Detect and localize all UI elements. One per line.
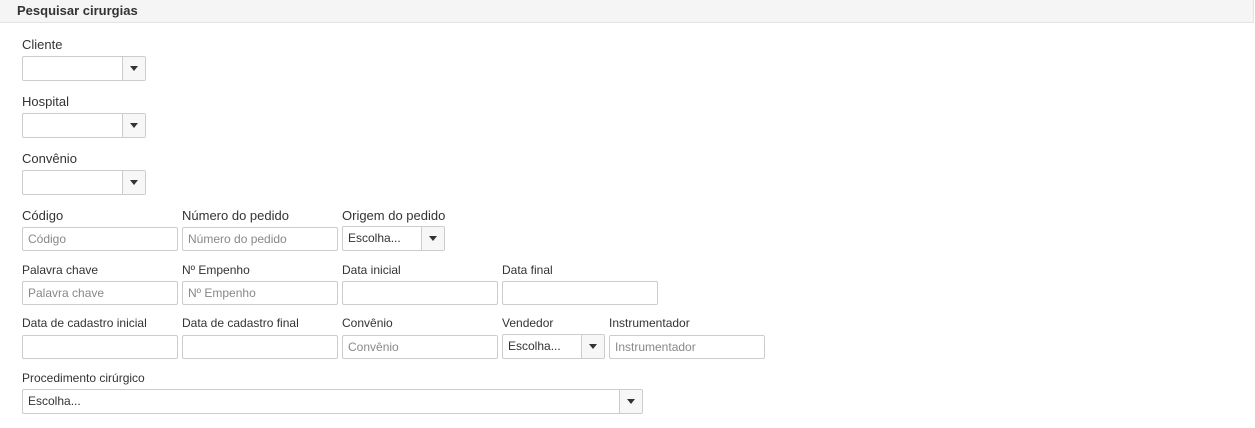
origem-pedido-value: Escolha...: [348, 231, 401, 245]
hospital-select[interactable]: [22, 113, 146, 138]
hospital-label: Hospital: [22, 94, 69, 109]
instrumentador-label: Instrumentador: [609, 316, 690, 330]
convenio-text-label: Convênio: [342, 316, 393, 330]
data-cadastro-final-label: Data de cadastro final: [182, 316, 299, 330]
convenio-select[interactable]: [22, 170, 146, 195]
procedimento-select[interactable]: Escolha...: [22, 389, 643, 414]
caret-down-icon: [627, 399, 635, 404]
data-final-input[interactable]: [502, 281, 658, 305]
procedimento-value: Escolha...: [28, 394, 81, 408]
codigo-label: Código: [22, 208, 64, 223]
hospital-dropdown-button[interactable]: [122, 114, 145, 137]
data-cadastro-final-input[interactable]: [182, 335, 338, 359]
caret-down-icon: [589, 344, 597, 349]
convenio-select-label: Convênio: [22, 151, 77, 166]
caret-down-icon: [130, 123, 138, 128]
convenio-dropdown-button[interactable]: [122, 171, 145, 194]
cliente-label: Cliente: [22, 37, 63, 52]
data-inicial-input[interactable]: [342, 281, 498, 305]
cliente-dropdown-button[interactable]: [122, 57, 145, 80]
caret-down-icon: [130, 180, 138, 185]
origem-pedido-select[interactable]: Escolha...: [342, 226, 445, 251]
empenho-label: Nº Empenho: [182, 263, 250, 277]
instrumentador-input[interactable]: [609, 335, 765, 359]
data-cadastro-inicial-input[interactable]: [22, 335, 178, 359]
palavra-chave-input[interactable]: [22, 281, 178, 305]
panel-title: Pesquisar cirurgias: [17, 3, 138, 18]
empenho-input[interactable]: [182, 281, 338, 305]
data-inicial-label: Data inicial: [342, 263, 401, 277]
cliente-select[interactable]: [22, 56, 146, 81]
origem-pedido-dropdown-button[interactable]: [421, 227, 444, 250]
numero-pedido-label: Número do pedido: [182, 208, 289, 223]
vendedor-label: Vendedor: [502, 316, 554, 330]
origem-pedido-label: Origem do pedido: [342, 208, 446, 223]
vendedor-select[interactable]: Escolha...: [502, 334, 605, 359]
codigo-input[interactable]: [22, 227, 178, 251]
vendedor-dropdown-button[interactable]: [581, 335, 604, 358]
convenio-text-input[interactable]: [342, 335, 498, 359]
vendedor-value: Escolha...: [508, 339, 561, 353]
procedimento-dropdown-button[interactable]: [619, 390, 642, 413]
caret-down-icon: [429, 236, 437, 241]
procedimento-label: Procedimento cirúrgico: [22, 371, 145, 385]
numero-pedido-input[interactable]: [182, 227, 338, 251]
panel-header: Pesquisar cirurgias: [0, 0, 1254, 23]
palavra-chave-label: Palavra chave: [22, 263, 99, 277]
caret-down-icon: [130, 66, 138, 71]
data-cadastro-inicial-label: Data de cadastro inicial: [22, 316, 147, 330]
data-final-label: Data final: [502, 263, 553, 277]
